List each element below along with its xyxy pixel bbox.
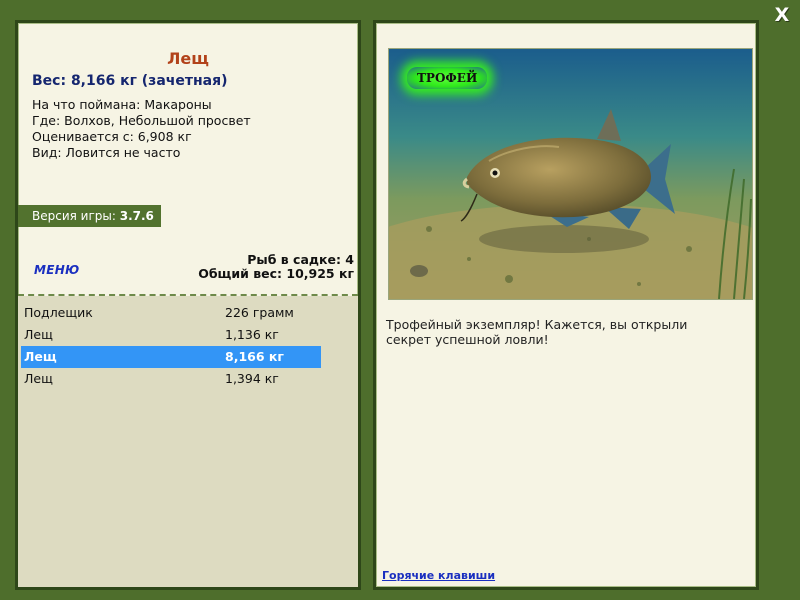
close-button[interactable]: X: [772, 4, 792, 26]
fish-weight-value: 226 грамм: [225, 305, 294, 320]
fish-name: Лещ: [24, 327, 53, 342]
trophy-description: Трофейный экземпляр! Кажется, вы открыли…: [386, 317, 688, 347]
fish-photo: ТРОФЕЙ: [388, 48, 753, 300]
hotkeys-link[interactable]: Горячие клавиши: [382, 569, 495, 582]
fish-name: Лещ: [24, 349, 57, 364]
list-item[interactable]: Подлещик 226 грамм: [21, 302, 321, 324]
version-bar: Версия игры: 3.7.6: [18, 205, 161, 227]
list-item-selected[interactable]: Лещ 8,166 кг: [21, 346, 321, 368]
menu-button[interactable]: МЕНЮ: [34, 263, 79, 277]
fish-name: Лещ: [24, 371, 53, 386]
keepnet-stats: Рыб в садке: 4 Общий вес: 10,925 кг: [198, 253, 354, 281]
catch-info-panel: Лещ Вес: 8,166 кг (зачетная) На что пойм…: [15, 20, 361, 590]
fish-weight-value: 8,166 кг: [225, 349, 284, 364]
fish-list: Подлещик 226 грамм Лещ 1,136 кг Лещ 8,16…: [18, 296, 358, 587]
list-item[interactable]: Лещ 1,394 кг: [21, 368, 321, 390]
species-line: Вид: Ловится не часто: [32, 145, 181, 160]
version-value: 3.7.6: [119, 209, 154, 223]
catch-details: На что поймана: Макароны Где: Волхов, Не…: [32, 97, 251, 161]
fish-weight-value: 1,394 кг: [225, 371, 279, 386]
fish-weight-value: 1,136 кг: [225, 327, 279, 342]
bait-line: На что поймана: Макароны: [32, 97, 212, 112]
fish-photo-panel: ТРОФЕЙ Трофейный экземпляр! Кажется, вы …: [373, 20, 759, 590]
rating-line: Оценивается с: 6,908 кг: [32, 129, 192, 144]
keepnet-count: Рыб в садке: 4: [247, 252, 354, 267]
fish-name: Подлещик: [24, 305, 93, 320]
list-item[interactable]: Лещ 1,136 кг: [21, 324, 321, 346]
fish-title: Лещ: [167, 49, 209, 68]
fish-weight: Вес: 8,166 кг (зачетная): [32, 73, 228, 89]
keepnet-total: Общий вес: 10,925 кг: [198, 266, 354, 281]
location-line: Где: Волхов, Небольшой просвет: [32, 113, 251, 128]
version-label: Версия игры:: [32, 209, 116, 223]
trophy-badge: ТРОФЕЙ: [407, 67, 488, 89]
